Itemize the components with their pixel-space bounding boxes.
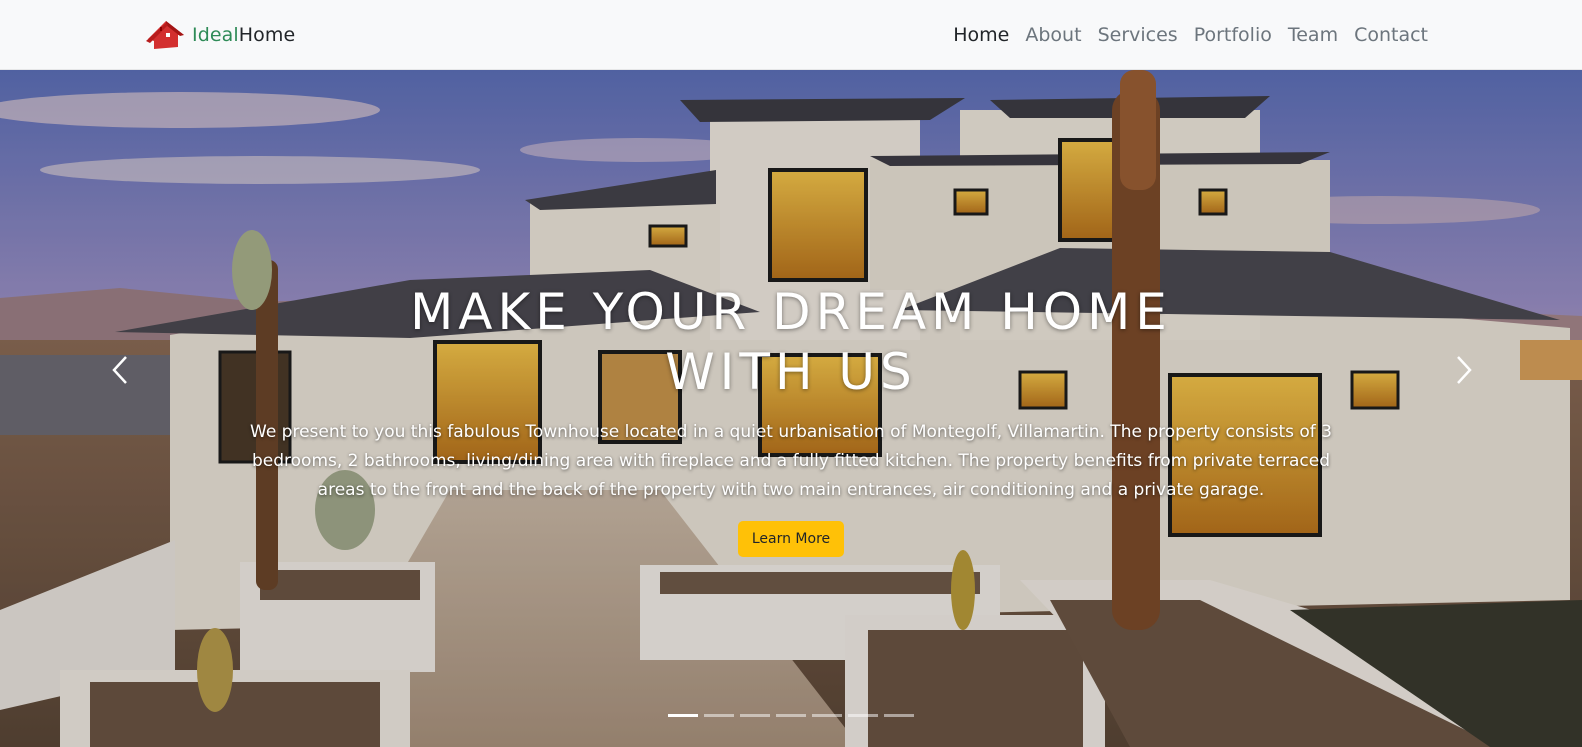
hero-title: MAKE YOUR DREAM HOME WITH US	[410, 283, 1172, 401]
house-icon	[146, 21, 184, 49]
main-nav: Home About Services Portfolio Team Conta…	[937, 0, 1428, 70]
nav-home[interactable]: Home	[953, 24, 1009, 46]
brand-name: IdealHome	[192, 24, 295, 46]
carousel-indicator[interactable]	[812, 714, 842, 717]
hero-caption: MAKE YOUR DREAM HOME WITH US We present …	[0, 282, 1582, 557]
carousel-indicator[interactable]	[776, 714, 806, 717]
nav-about[interactable]: About	[1025, 24, 1081, 46]
carousel-indicator[interactable]	[668, 714, 698, 717]
nav-services[interactable]: Services	[1098, 24, 1178, 46]
carousel-indicator[interactable]	[704, 714, 734, 717]
carousel-indicators	[0, 714, 1582, 717]
nav-team[interactable]: Team	[1288, 24, 1338, 46]
hero-carousel: MAKE YOUR DREAM HOME WITH US We present …	[0, 70, 1582, 747]
carousel-indicator[interactable]	[740, 714, 770, 717]
carousel-next-button[interactable]	[1444, 340, 1484, 400]
nav-portfolio[interactable]: Portfolio	[1194, 24, 1272, 46]
carousel-prev-button[interactable]	[100, 340, 140, 400]
brand-name-home: Home	[238, 24, 296, 46]
nav-contact[interactable]: Contact	[1354, 24, 1428, 46]
navbar: IdealHome Home About Services Portfolio …	[0, 0, 1582, 70]
chevron-right-icon	[1457, 356, 1472, 384]
carousel-indicator[interactable]	[848, 714, 878, 717]
brand-name-ideal: Ideal	[192, 24, 239, 46]
brand-link[interactable]: IdealHome	[146, 17, 295, 53]
hero-description: We present to you this fabulous Townhous…	[250, 422, 1332, 500]
learn-more-button[interactable]: Learn More	[737, 521, 845, 557]
chevron-left-icon	[112, 356, 127, 384]
carousel-indicator[interactable]	[884, 714, 914, 717]
